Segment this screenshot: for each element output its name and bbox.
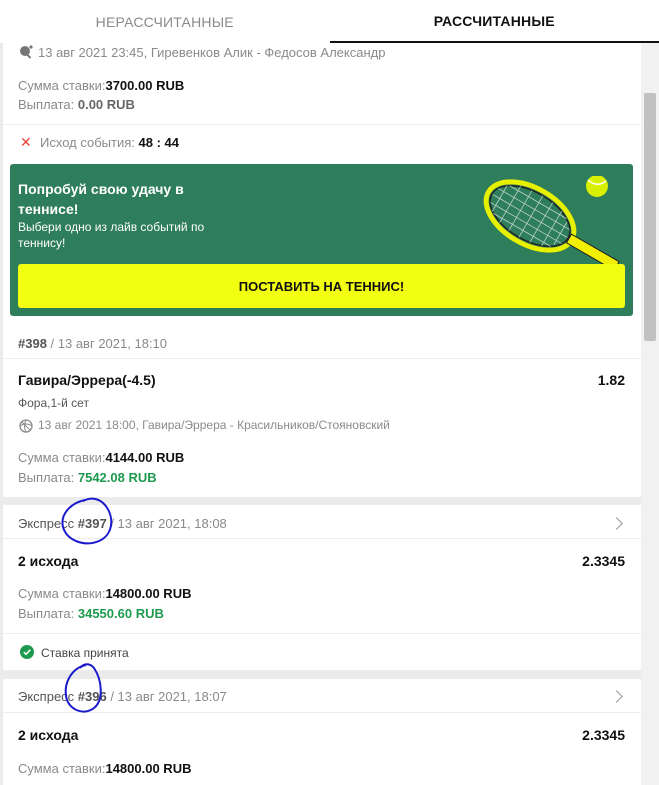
bet-card-398[interactable]: #398 / 13 авг 2021, 18:10 Гавира/Эррера(… xyxy=(3,325,641,497)
divider xyxy=(3,633,641,634)
promo-title: Попробуй свою удачу в теннисе! xyxy=(18,181,184,217)
volleyball-icon xyxy=(18,418,34,439)
stake-row: Сумма ставки:4144.00 RUB xyxy=(18,450,184,465)
close-icon: ✕ xyxy=(20,134,32,150)
payout-row: Выплата: 7542.08 RUB xyxy=(18,470,157,485)
payout-label: Выплата: xyxy=(18,97,75,112)
outcomes-count: 2 исхода xyxy=(18,553,79,569)
bet-number: #398 xyxy=(18,336,47,351)
stake-value: 14800.00 RUB xyxy=(105,761,192,776)
stake-value: 3700.00 RUB xyxy=(105,78,185,93)
bet-header: Экспресс #397 / 13 авг 2021, 18:08 xyxy=(18,516,227,531)
stake-row: Сумма ставки:14800.00 RUB xyxy=(18,761,191,776)
divider xyxy=(3,124,641,125)
check-circle-icon xyxy=(20,645,34,664)
selection-name: Гавира/Эррера(-4.5) xyxy=(18,372,156,388)
payout-row: Выплата: 0.00 RUB xyxy=(18,97,135,112)
odds-value: 2.3345 xyxy=(582,727,625,743)
tab-unsettled[interactable]: НЕРАССЧИТАННЫЕ xyxy=(0,0,330,43)
status-text: Ставка принята xyxy=(41,646,129,660)
outcome-score: 48 : 44 xyxy=(138,135,179,150)
stake-label: Сумма ставки: xyxy=(18,586,106,601)
tabs-bar: НЕРАССЧИТАННЫЕ РАССЧИТАННЫЕ xyxy=(0,0,659,43)
annotation-circle-396 xyxy=(64,663,102,713)
event-line: 13 авг 2021 18:00, Гавира/Эррера - Краси… xyxy=(38,418,390,432)
bet-card-top: 13 авг 2021 23:45, Гиревенков Алик - Фед… xyxy=(3,43,641,156)
promo-banner: Попробуй свою удачу в теннисе! Выбери од… xyxy=(10,164,633,316)
bet-on-tennis-button[interactable]: ПОСТАВИТЬ НА ТЕННИС! xyxy=(18,264,625,308)
stake-row: Сумма ставки:3700.00 RUB xyxy=(18,78,184,93)
chevron-right-icon[interactable] xyxy=(610,690,623,703)
stake-row: Сумма ставки:14800.00 RUB xyxy=(18,586,191,601)
outcome-row: Исход события: 48 : 44 xyxy=(40,135,179,150)
tennis-racket-icon xyxy=(475,175,633,276)
payout-row: Выплата: 34550.60 RUB xyxy=(18,606,164,621)
bet-date: / 13 авг 2021, 18:07 xyxy=(106,689,227,704)
outcomes-count: 2 исхода xyxy=(18,727,79,743)
bet-date: / 13 авг 2021, 18:08 xyxy=(106,516,227,531)
table-tennis-icon xyxy=(18,44,34,65)
market-name: Фора,1-й сет xyxy=(18,396,89,410)
stake-label: Сумма ставки: xyxy=(18,450,106,465)
bet-header: #398 / 13 авг 2021, 18:10 xyxy=(18,336,167,351)
bet-header: Экспресс #396 / 13 авг 2021, 18:07 xyxy=(18,689,227,704)
payout-label: Выплата: xyxy=(18,470,75,485)
event-line: 13 авг 2021 23:45, Гиревенков Алик - Фед… xyxy=(38,45,386,60)
promo-subtitle: Выбери одно из лайв событий по теннису! xyxy=(18,220,205,250)
payout-value: 7542.08 RUB xyxy=(77,470,157,485)
payout-value: 34550.60 RUB xyxy=(77,606,164,621)
payout-label: Выплата: xyxy=(18,606,75,621)
annotation-circle-397 xyxy=(61,497,113,545)
outcome-label: Исход события: xyxy=(40,135,135,150)
stake-label: Сумма ставки: xyxy=(18,78,106,93)
divider xyxy=(3,358,641,359)
stake-value: 14800.00 RUB xyxy=(105,586,192,601)
stake-value: 4144.00 RUB xyxy=(105,450,185,465)
bet-date: / 13 авг 2021, 18:10 xyxy=(46,336,167,351)
odds-value: 2.3345 xyxy=(582,553,625,569)
payout-value: 0.00 RUB xyxy=(77,97,135,112)
stake-label: Сумма ставки: xyxy=(18,761,106,776)
chevron-right-icon[interactable] xyxy=(610,517,623,530)
odds-value: 1.82 xyxy=(597,372,625,388)
scrollbar-thumb[interactable] xyxy=(644,93,656,341)
tab-settled[interactable]: РАССЧИТАННЫЕ xyxy=(329,0,659,43)
